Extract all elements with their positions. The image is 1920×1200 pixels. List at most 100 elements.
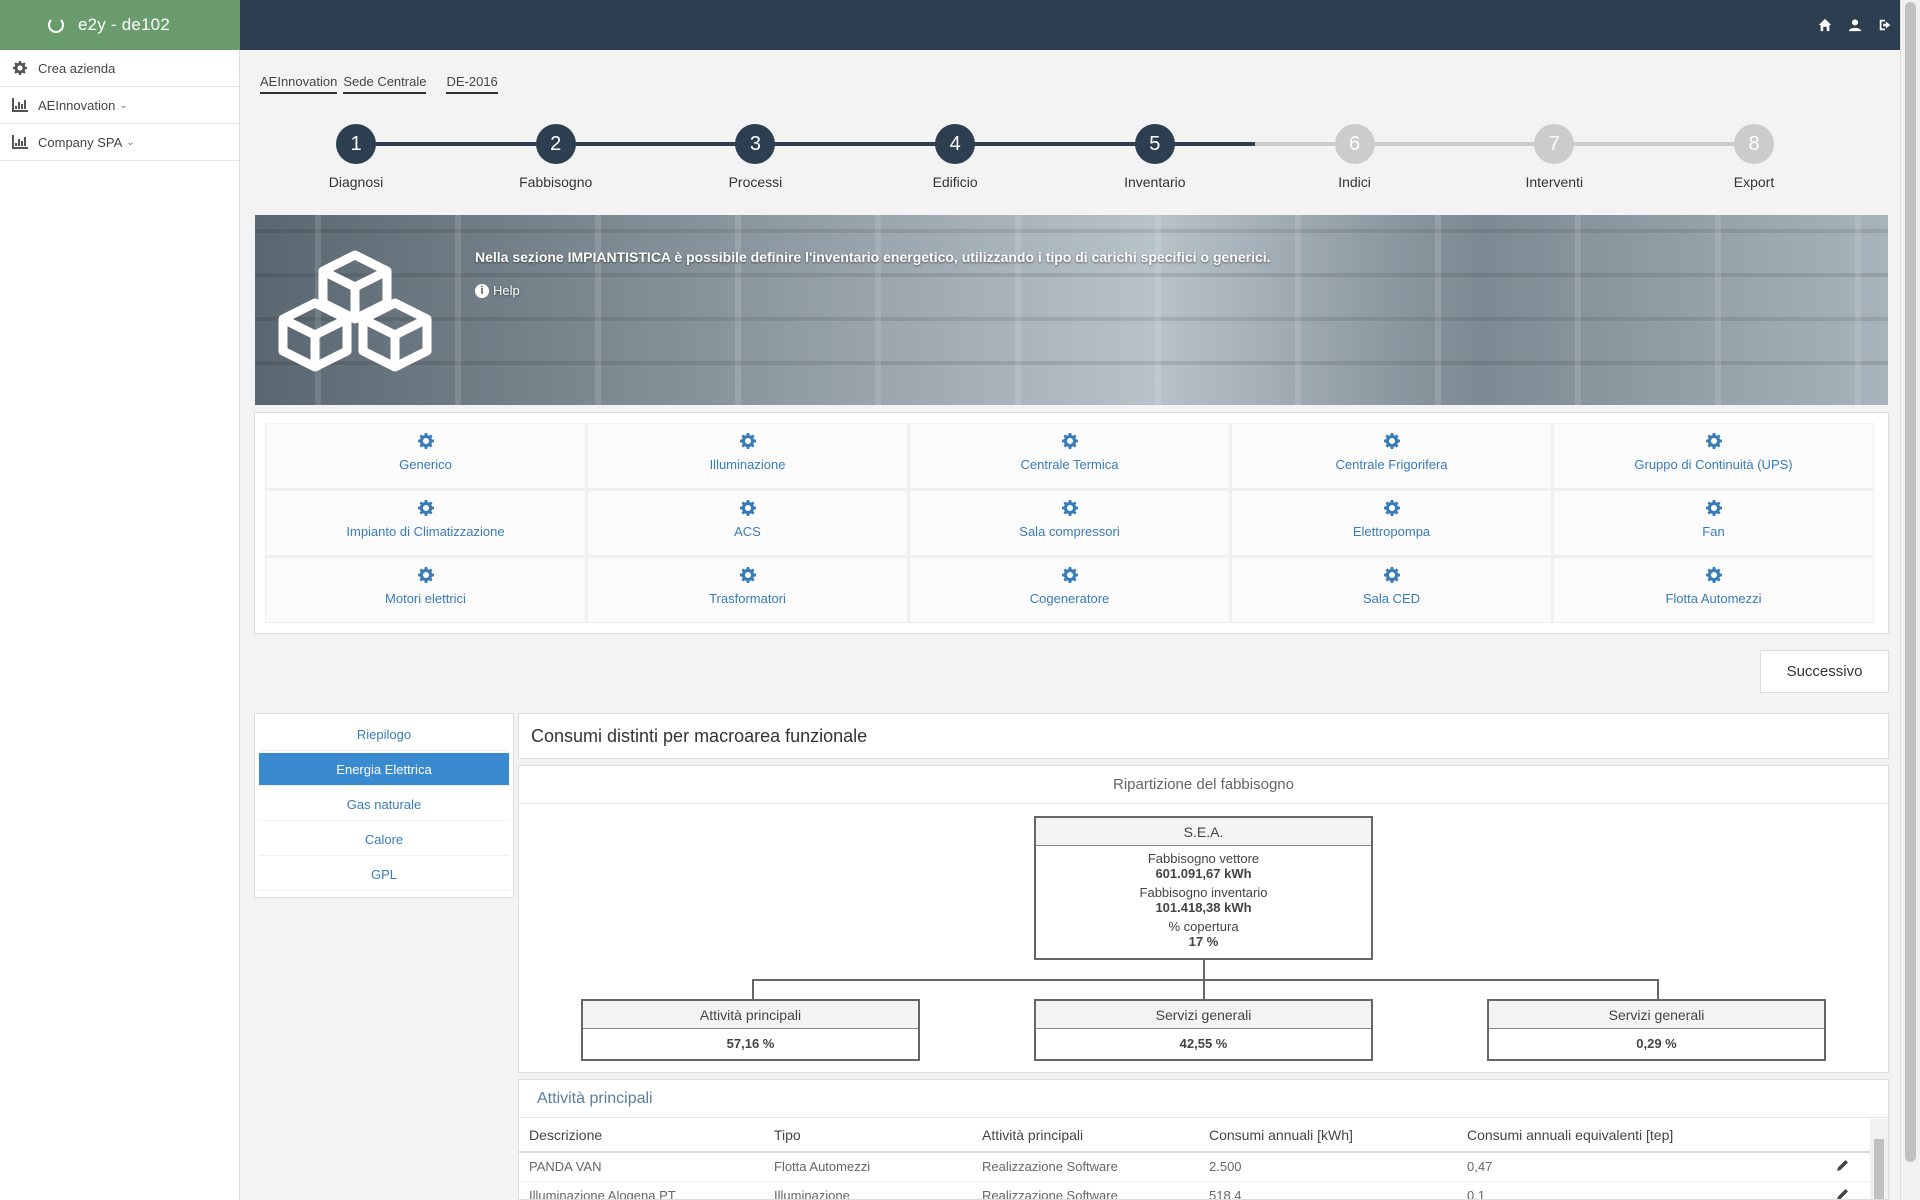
next-button[interactable]: Successivo [1760,650,1889,693]
column-header[interactable] [1827,1118,1871,1153]
child-node-value: 0,29 % [1636,1036,1677,1051]
load-type-label: Trasformatori [709,591,786,606]
user-icon[interactable] [1848,18,1862,32]
table-cell: Realizzazione Software [972,1152,1199,1182]
root-node: S.E.A. Fabbisogno vettore 601.091,67 kWh… [1034,816,1373,960]
load-type-impianto-di-climatizzazione[interactable]: Impianto di Climatizzazione [265,490,586,556]
breadcrumb-site[interactable]: Sede Centrale [343,74,427,94]
load-type-acs[interactable]: ACS [587,490,908,556]
step-processi[interactable]: 3 Processi [695,120,815,190]
gear-icon [417,500,434,516]
column-header[interactable]: Attività principali [972,1118,1199,1153]
pencil-icon[interactable] [1837,1188,1849,1200]
step-indici[interactable]: 6 Indici [1295,120,1415,190]
load-type-sala-compressori[interactable]: Sala compressori [909,490,1230,556]
gear-icon [417,433,434,449]
breadcrumb-company[interactable]: AEInnovation [260,74,338,94]
load-type-flotta-automezzi[interactable]: Flotta Automezzi [1553,557,1874,623]
page-scrollbar[interactable] [1900,0,1920,1200]
step-interventi[interactable]: 7 Interventi [1494,120,1614,190]
load-type-fan[interactable]: Fan [1553,490,1874,556]
child-node-servizi-generali-2[interactable]: Servizi generali 0,29 % [1487,999,1826,1061]
load-type-generico[interactable]: Generico [265,423,586,489]
load-type-elettropompa[interactable]: Elettropompa [1231,490,1552,556]
column-header[interactable]: Tipo [764,1118,972,1153]
load-type-illuminazione[interactable]: Illuminazione [587,423,908,489]
section-title: Consumi distinti per macroarea funzional… [518,713,1889,759]
step-fabbisogno[interactable]: 2 Fabbisogno [496,120,616,190]
logout-icon[interactable] [1878,18,1892,32]
load-type-label: Fan [1702,524,1725,539]
scrollbar-thumb[interactable] [1905,2,1916,1162]
load-types-panel: Generico Illuminazione Centrale Termica Cen… [254,412,1889,634]
spinner-icon [48,17,64,33]
step-label: Diagnosi [328,174,384,190]
help-link[interactable]: i Help [475,283,520,298]
load-type-motori-elettrici[interactable]: Motori elettrici [265,557,586,623]
table-row[interactable]: PANDA VAN Flotta Automezzi Realizzazione S… [519,1152,1871,1182]
bar-chart-icon [12,135,28,149]
step-edificio[interactable]: 4 Edificio [895,120,1015,190]
load-type-label: Elettropompa [1352,524,1431,539]
help-label: Help [493,283,520,298]
step-label: Export [1733,174,1775,190]
step-inventario[interactable]: 5 Inventario [1095,120,1215,190]
load-type-label: Motori elettrici [385,591,466,606]
tab-gpl[interactable]: GPL [259,858,509,891]
tab-calore[interactable]: Calore [259,823,509,856]
table-row[interactable]: Illuminazione Alogena PT Illuminazione Rea… [519,1181,1871,1200]
gear-icon [1705,500,1722,516]
tab-gas-naturale[interactable]: Gas naturale [259,788,509,821]
tab-energia-elettrica[interactable]: Energia Elettrica [259,753,509,786]
load-type-label: Generico [399,457,452,472]
table-cell: PANDA VAN [519,1152,764,1182]
activities-table-panel: Attività principali Descrizione Tipo Attiv… [518,1079,1889,1200]
home-icon[interactable] [1818,18,1832,32]
load-type-gruppo-di-continuita-ups[interactable]: Gruppo di Continuità (UPS) [1553,423,1874,489]
column-header[interactable]: Descrizione [519,1118,764,1153]
step-export[interactable]: 8 Export [1694,120,1814,190]
load-type-cogeneratore[interactable]: Cogeneratore [909,557,1230,623]
banner-message: Nella sezione IMPIANTISTICA è possibile … [475,249,1271,265]
load-types-grid: Generico Illuminazione Centrale Termica Cen… [265,423,1874,623]
load-type-centrale-frigorifera[interactable]: Centrale Frigorifera [1231,423,1552,489]
child-node-attivita-principali[interactable]: Attività principali 57,16 % [581,999,920,1061]
root-node-title: S.E.A. [1036,818,1371,846]
load-type-centrale-termica[interactable]: Centrale Termica [909,423,1230,489]
child-node-value: 57,16 % [726,1036,775,1051]
load-type-label: Centrale Termica [1020,457,1119,472]
child-node-title: Servizi generali [1036,1001,1371,1029]
copertura-value: 17 % [1188,934,1219,949]
load-type-label: Cogeneratore [1029,591,1110,606]
column-header[interactable]: Consumi annuali [kWh] [1199,1118,1457,1153]
scrollbar-thumb[interactable] [1874,1139,1884,1199]
sidebar-item-crea-azienda[interactable]: Crea azienda [0,50,239,87]
breadcrumb-diagnosis[interactable]: DE-2016 [446,74,498,94]
copertura-label: % copertura [1168,919,1239,934]
tree-connector [1657,979,1659,999]
sidebar-item-company-spa[interactable]: Company SPA ⌄ [0,124,239,161]
step-number: 2 [535,124,576,164]
info-icon: i [475,283,489,298]
chevron-down-icon: ⌄ [119,99,128,111]
sidebar: Crea azienda AEInnovation ⌄ Company SPA … [0,50,240,1200]
load-type-label: Centrale Frigorifera [1335,457,1448,472]
pencil-icon[interactable] [1837,1159,1849,1172]
table-body: PANDA VAN Flotta Automezzi Realizzazione S… [519,1152,1871,1200]
table-scrollbar[interactable] [1870,1119,1888,1199]
sidebar-item-label: Company SPA [38,134,123,150]
gear-icon [1705,567,1722,583]
tab-riepilogo[interactable]: Riepilogo [259,718,509,751]
gear-icon [1383,567,1400,583]
column-header[interactable]: Consumi annuali equivalenti [tep] [1457,1118,1827,1153]
load-type-label: Sala CED [1362,591,1421,606]
load-type-sala-ced[interactable]: Sala CED [1231,557,1552,623]
app-brand[interactable]: e2y - de102 [0,0,240,50]
load-type-label: Illuminazione [709,457,786,472]
child-node-servizi-generali[interactable]: Servizi generali 42,55 % [1034,999,1373,1061]
activities-table: Descrizione Tipo Attività principali Consum… [519,1118,1871,1200]
load-type-trasformatori[interactable]: Trasformatori [587,557,908,623]
step-diagnosi[interactable]: 1 Diagnosi [296,120,416,190]
sidebar-item-aeinnovation[interactable]: AEInnovation ⌄ [0,87,239,124]
breakdown-title: Ripartizione del fabbisogno [519,766,1888,804]
